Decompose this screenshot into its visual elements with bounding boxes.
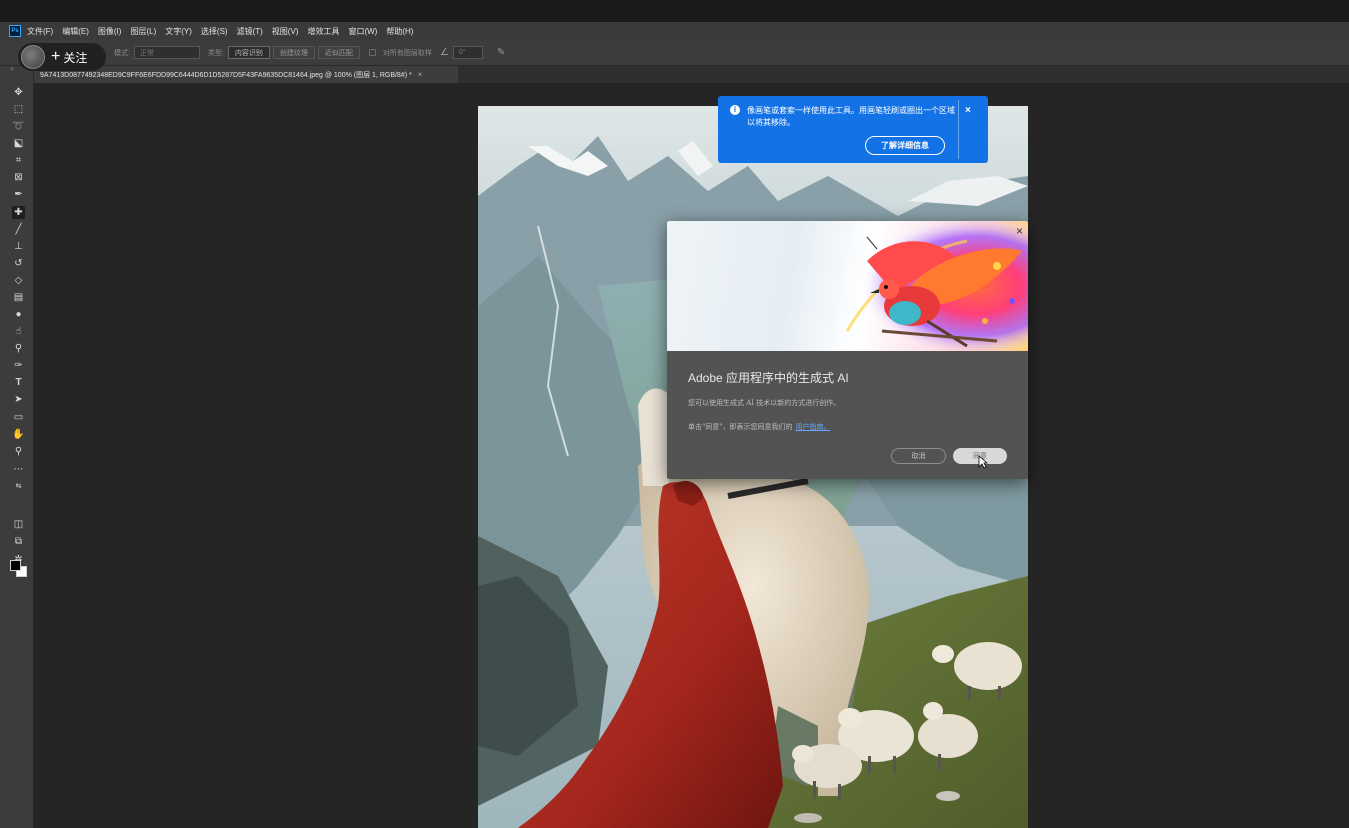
follow-plus-icon: + [51, 48, 61, 65]
marquee-icon[interactable]: ⬚ [12, 103, 25, 116]
options-bar: 模式: 正常 类型: 内容识别 创建纹理 近似匹配 对所有图层取样 ∠ 0° ✎ [0, 40, 1349, 66]
blur-icon[interactable]: ● [12, 308, 25, 321]
dialog-close-icon[interactable]: × [1016, 224, 1023, 238]
agreement-prefix: 单击"同意"，即表示您同意我们的 [688, 423, 793, 431]
menu-filter[interactable]: 滤镜(T) [237, 26, 263, 37]
eyedropper-icon[interactable]: ✒ [12, 188, 25, 201]
follow-label: 关注 [63, 50, 88, 65]
menu-edit[interactable]: 编辑(E) [62, 26, 89, 37]
dodge-icon[interactable]: ⚲ [12, 342, 25, 355]
pen-icon[interactable]: ✑ [12, 359, 25, 372]
move-icon[interactable]: ✥ [12, 86, 25, 99]
hand-icon[interactable]: ✋ [12, 428, 25, 441]
document-tab-title: 9A7413D0877492348ED9C9FF6E6FDD99C6444D6D… [40, 71, 412, 79]
tip-divider [958, 100, 959, 159]
smudge-icon[interactable]: ☝ [12, 325, 25, 338]
collapse-panel-icon[interactable]: » [10, 66, 14, 73]
user-guidelines-link[interactable]: 用户指南。 [795, 423, 830, 431]
mode-label: 模式: [114, 49, 130, 57]
rectangle-icon[interactable]: ▭ [12, 411, 25, 424]
document-tab-bar: 9A7413D0877492348ED9C9FF6E6FDD99C6444D6D… [34, 66, 1349, 83]
dialog-agreement-text: 单击"同意"，即表示您同意我们的 用户指南。 [688, 422, 830, 432]
menu-file[interactable]: 文件(F) [27, 26, 53, 37]
swap-colors-icon[interactable]: ⇆ [12, 480, 25, 493]
type-proximity-match-button[interactable]: 近似匹配 [317, 46, 360, 59]
cancel-button[interactable]: 取消 [891, 448, 946, 464]
frame-icon[interactable]: ⊠ [12, 171, 25, 184]
angle-value: 0° [458, 49, 466, 56]
angle-icon: ∠ [439, 47, 449, 58]
learn-more-button[interactable]: 了解详细信息 [865, 136, 945, 155]
zoom-icon[interactable]: ⚲ [12, 445, 25, 458]
menu-plugins[interactable]: 增效工具 [307, 26, 339, 37]
menu-image[interactable]: 图像(I) [98, 26, 122, 37]
object-select-icon[interactable]: ⬕ [12, 137, 25, 150]
menu-bar: Ps 文件(F) 编辑(E) 图像(I) 图层(L) 文字(Y) 选择(S) 滤… [0, 22, 1349, 40]
spot-healing-icon[interactable]: ✚ [12, 206, 25, 219]
eraser-icon[interactable]: ◇ [12, 274, 25, 287]
bird-illustration [817, 221, 1028, 351]
screen-mode-icon[interactable]: ⧉ [12, 535, 25, 548]
avatar [21, 45, 45, 69]
menu-select[interactable]: 选择(S) [201, 26, 228, 37]
type-label: 类型: [207, 49, 224, 57]
menu-layer[interactable]: 图层(L) [130, 26, 156, 37]
tip-close-icon[interactable]: × [965, 105, 971, 116]
generative-ai-dialog: × Adobe 应用程序中的生成式 AI 您可以使用生成式 AI 技术以新的方式… [667, 221, 1028, 479]
foreground-color-swatch[interactable] [10, 560, 21, 571]
menu-view[interactable]: 视图(V) [272, 26, 299, 37]
window-top-strip [0, 0, 1349, 22]
tools-panel: » ✥ ⬚ ➰ ⬕ ⌗ ⊠ ✒ ✚ ╱ ⊥ ↺ ◇ ▤ ● ☝ ⚲ ✑ T ➤ … [0, 66, 34, 828]
type-create-texture-button[interactable]: 创建纹理 [272, 46, 315, 59]
tip-text: 像画笔或套索一样使用此工具。用画笔轻刷或圈出一个区域以将其移除。 [747, 106, 955, 127]
sample-all-layers-checkbox[interactable] [368, 49, 376, 56]
photoshop-logo-icon: Ps [9, 25, 21, 37]
lasso-icon[interactable]: ➰ [12, 120, 25, 133]
dialog-title: Adobe 应用程序中的生成式 AI [688, 371, 849, 385]
dialog-banner-image: × [667, 221, 1028, 351]
menu-help[interactable]: 帮助(H) [386, 26, 413, 37]
menu-window[interactable]: 窗口(W) [348, 26, 377, 37]
menu-type[interactable]: 文字(Y) [165, 26, 192, 37]
mouse-cursor-icon [978, 455, 988, 469]
sample-all-layers-label: 对所有图层取样 [382, 49, 432, 57]
crop-icon[interactable]: ⌗ [12, 154, 25, 167]
type-content-aware-button[interactable]: 内容识别 [227, 46, 270, 59]
mode-select[interactable]: 正常 [133, 46, 200, 59]
type-icon[interactable]: T [12, 376, 25, 389]
stamp-icon[interactable]: ⊥ [12, 240, 25, 253]
pressure-size-icon[interactable]: ✎ [497, 47, 505, 58]
dialog-body-text: 您可以使用生成式 AI 技术以新的方式进行创作。 [688, 399, 841, 407]
follow-overlay[interactable]: + 关注 [18, 43, 106, 71]
angle-input[interactable]: 0° [452, 46, 483, 59]
brush-icon[interactable]: ╱ [12, 223, 25, 236]
info-icon: i [730, 105, 740, 115]
tool-tip-banner: i 像画笔或套索一样使用此工具。用画笔轻刷或圈出一个区域以将其移除。 × 了解详… [718, 96, 988, 163]
tab-close-icon[interactable]: × [418, 70, 423, 79]
path-select-icon[interactable]: ➤ [12, 393, 25, 406]
quick-mask-icon[interactable]: ◫ [12, 518, 25, 531]
mode-value: 正常 [139, 49, 154, 57]
more-icon[interactable]: ⋯ [12, 463, 25, 476]
history-brush-icon[interactable]: ↺ [12, 257, 25, 270]
gradient-icon[interactable]: ▤ [12, 291, 25, 304]
